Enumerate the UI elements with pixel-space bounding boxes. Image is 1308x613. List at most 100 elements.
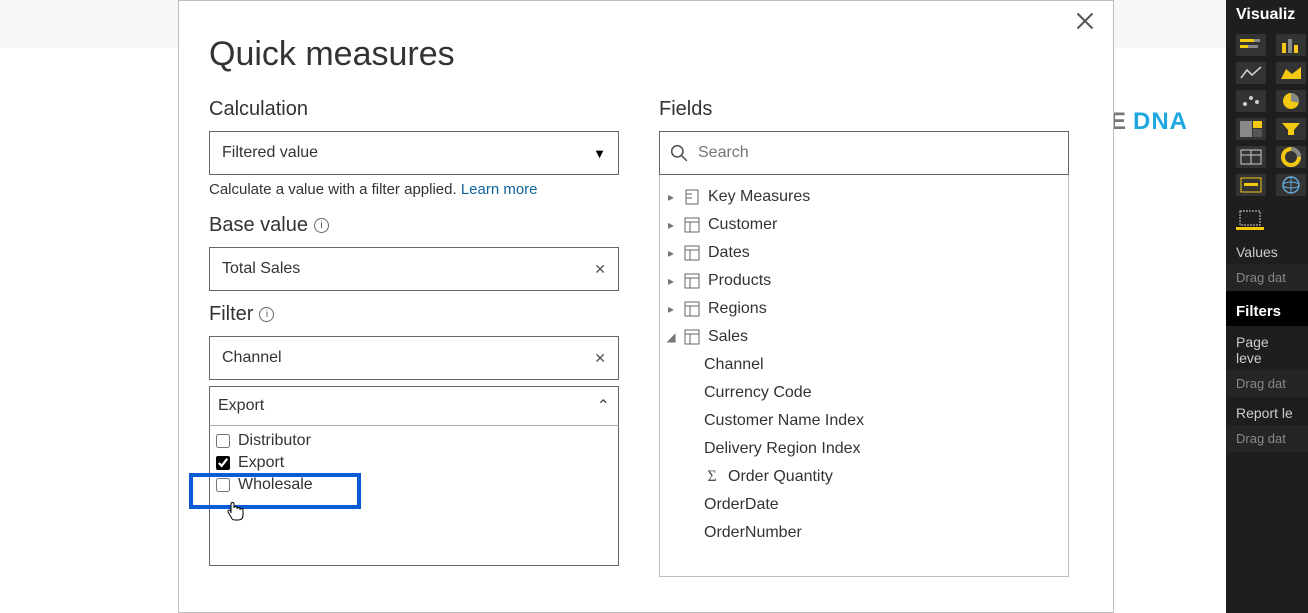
filter-label: Filter i	[209, 303, 619, 326]
clear-icon[interactable]: ✕	[594, 261, 606, 278]
treemap-icon[interactable]	[1236, 118, 1266, 140]
pie-chart-icon[interactable]	[1276, 90, 1306, 112]
tree-item-label: Dates	[708, 244, 750, 262]
calculation-value: Filtered value	[222, 144, 318, 162]
fields-tree: ▸Key Measures▸Customer▸Dates▸Products▸Re…	[659, 175, 1069, 577]
table-icon	[684, 273, 700, 289]
selected-visual-matrix-icon[interactable]	[1236, 208, 1264, 230]
filter-text: Filter	[209, 303, 253, 326]
tree-item-label: Sales	[708, 328, 748, 346]
tree-field-item[interactable]: Customer Name Index	[664, 407, 1064, 435]
quick-measures-dialog: Quick measures Calculation Filtered valu…	[178, 0, 1114, 613]
fields-label: Fields	[659, 98, 1069, 121]
search-input[interactable]	[698, 144, 1058, 162]
tree-field-label: OrderNumber	[704, 524, 802, 542]
caret-right-icon[interactable]: ▸	[666, 218, 676, 232]
filter-option[interactable]: Distributor	[216, 430, 612, 452]
tree-field-label: Customer Name Index	[704, 412, 864, 430]
scatter-chart-icon[interactable]	[1236, 90, 1266, 112]
area-chart-icon[interactable]	[1276, 62, 1306, 84]
caret-right-icon[interactable]: ▸	[666, 274, 676, 288]
filter-field-value: Channel	[222, 349, 282, 367]
values-label: Values	[1226, 236, 1308, 264]
sigma-icon: Σ	[704, 468, 720, 486]
filter-option[interactable]: Wholesale	[216, 474, 612, 496]
tree-field-item[interactable]: OrderNumber	[664, 519, 1064, 547]
donut-icon[interactable]	[1276, 146, 1306, 168]
filter-value-expander[interactable]: Export ⌃	[209, 386, 619, 426]
filter-checkbox[interactable]	[216, 434, 230, 448]
calculation-select[interactable]: Filtered value ▼	[209, 131, 619, 175]
base-value-text: Base value	[209, 214, 308, 237]
tree-table-item[interactable]: ◢ Sales	[664, 323, 1064, 351]
tree-field-item[interactable]: Delivery Region Index	[664, 435, 1064, 463]
visualizations-pane: Visualiz Values Drag dat Filters Page le…	[1226, 0, 1308, 613]
base-value-label: Base value i	[209, 214, 619, 237]
table-icon	[684, 217, 700, 233]
filter-checkbox[interactable]	[216, 478, 230, 492]
filter-field-input[interactable]: Channel ✕	[209, 336, 619, 380]
line-chart-icon[interactable]	[1236, 62, 1266, 84]
report-filters-well[interactable]: Drag dat	[1226, 425, 1308, 452]
learn-more-link[interactable]: Learn more	[461, 181, 538, 198]
tree-item-label: Regions	[708, 300, 767, 318]
filter-expanded-value: Export	[218, 397, 264, 415]
caret-right-icon[interactable]: ▸	[666, 190, 676, 204]
tree-field-label: Delivery Region Index	[704, 440, 861, 458]
filters-header: Filters	[1226, 291, 1308, 326]
tree-field-item[interactable]: Currency Code	[664, 379, 1064, 407]
caret-right-icon[interactable]: ▸	[666, 246, 676, 260]
base-value-input[interactable]: Total Sales ✕	[209, 247, 619, 291]
table-icon	[684, 329, 700, 345]
filter-checkbox[interactable]	[216, 456, 230, 470]
filter-option[interactable]: Export	[216, 452, 612, 474]
caret-right-icon[interactable]: ▸	[666, 302, 676, 316]
tree-field-label: Currency Code	[704, 384, 812, 402]
tree-table-item[interactable]: ▸Key Measures	[664, 183, 1064, 211]
filter-option-label: Distributor	[238, 432, 311, 450]
table-icon	[684, 301, 700, 317]
measure-icon	[684, 189, 700, 205]
tree-field-label: OrderDate	[704, 496, 779, 514]
chevron-down-icon: ▼	[593, 146, 606, 161]
clustered-column-icon[interactable]	[1276, 34, 1306, 56]
viz-pane-title: Visualiz	[1226, 0, 1308, 30]
tree-field-item[interactable]: OrderDate	[664, 491, 1064, 519]
brand-dna: DNA	[1133, 108, 1188, 136]
report-filters-label: Report le	[1226, 397, 1308, 425]
info-icon[interactable]: i	[259, 307, 274, 322]
dialog-title: Quick measures	[209, 35, 1083, 74]
tree-field-label: Channel	[704, 356, 764, 374]
tree-table-item[interactable]: ▸ Products	[664, 267, 1064, 295]
stacked-bar-icon[interactable]	[1236, 34, 1266, 56]
tree-field-item[interactable]: Σ Order Quantity	[664, 463, 1064, 491]
page-filters-well[interactable]: Drag dat	[1226, 370, 1308, 397]
table-icon	[684, 245, 700, 261]
card-icon[interactable]	[1236, 174, 1266, 196]
funnel-icon[interactable]	[1276, 118, 1306, 140]
info-icon[interactable]: i	[314, 218, 329, 233]
tree-item-label: Customer	[708, 216, 777, 234]
tree-field-item[interactable]: Channel	[664, 351, 1064, 379]
tree-table-item[interactable]: ▸ Regions	[664, 295, 1064, 323]
tree-table-item[interactable]: ▸ Dates	[664, 239, 1064, 267]
page-filters-label: Page leve	[1226, 326, 1308, 370]
caret-down-icon[interactable]: ◢	[666, 330, 676, 344]
tree-field-label: Order Quantity	[728, 468, 833, 486]
fields-search[interactable]	[659, 131, 1069, 175]
tree-table-item[interactable]: ▸ Customer	[664, 211, 1064, 239]
calculation-label: Calculation	[209, 98, 619, 121]
close-icon[interactable]	[1075, 11, 1095, 31]
calculation-helper: Calculate a value with a filter applied.…	[209, 181, 619, 198]
globe-icon[interactable]	[1276, 174, 1306, 196]
clear-icon[interactable]: ✕	[594, 350, 606, 367]
chevron-up-icon: ⌃	[597, 396, 610, 416]
fields-column: Fields ▸Key Measures▸Customer▸Dates▸Prod…	[659, 98, 1069, 577]
viz-icon-grid	[1226, 30, 1308, 206]
values-well[interactable]: Drag dat	[1226, 264, 1308, 291]
table-icon[interactable]	[1236, 146, 1266, 168]
search-icon	[670, 144, 688, 162]
base-value-value: Total Sales	[222, 260, 300, 278]
tree-item-label: Products	[708, 272, 771, 290]
calculation-column: Calculation Filtered value ▼ Calculate a…	[209, 98, 619, 577]
